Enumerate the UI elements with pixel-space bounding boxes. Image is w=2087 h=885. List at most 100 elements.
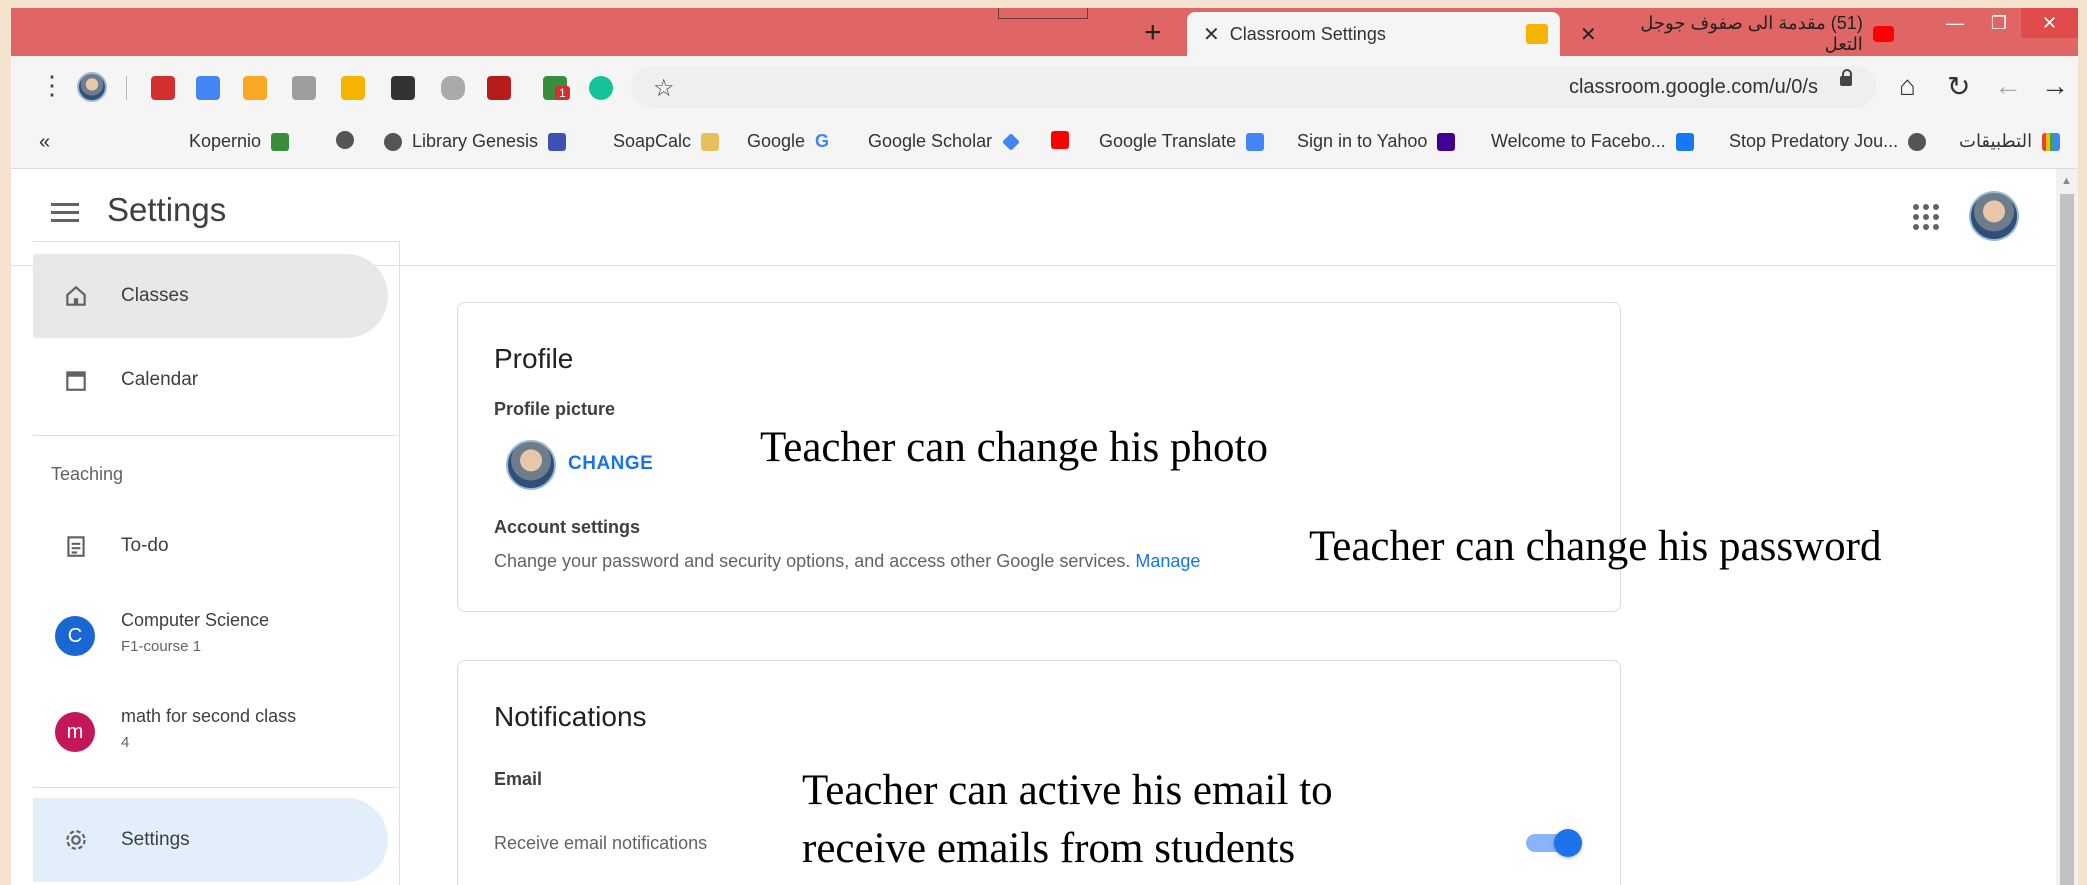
library-icon bbox=[548, 132, 567, 151]
navigation-drawer: Classes Calendar Teaching To-do C Comput… bbox=[33, 241, 400, 885]
tab-title: (51) مقدمة الى صفوف جوجل التعل bbox=[1640, 13, 1863, 54]
bookmarks-bar: « Kopernio Library Genesis SoapCalc Goog… bbox=[11, 118, 2078, 169]
sidebar-divider bbox=[33, 435, 399, 436]
scholar-icon bbox=[1002, 132, 1020, 151]
email-label: Email bbox=[494, 769, 543, 789]
tab-youtube[interactable]: ✕ (51) مقدمة الى صفوف جوجل التعل bbox=[1564, 12, 1894, 56]
receive-email-text: Receive email notifications bbox=[494, 833, 708, 853]
profile-avatar[interactable] bbox=[77, 72, 107, 102]
sidebar-item-todo[interactable]: To-do bbox=[33, 504, 388, 588]
profile-heading: Profile bbox=[494, 343, 574, 374]
snap-extension-icon[interactable] bbox=[243, 76, 267, 100]
account-settings-label: Account settings bbox=[494, 517, 641, 537]
lock-icon bbox=[1840, 69, 1852, 86]
main-menu-icon[interactable] bbox=[51, 203, 79, 223]
calendar-icon bbox=[66, 371, 86, 391]
course-section: F1-course 1 bbox=[121, 638, 202, 655]
home-icon bbox=[66, 285, 86, 306]
bookmark-stop-predatory[interactable]: Stop Predatory Jou... bbox=[1729, 131, 1927, 152]
shield-extension-icon[interactable] bbox=[441, 76, 465, 100]
account-settings-text: Change your password and security option… bbox=[494, 551, 1201, 571]
bookmark-star-icon[interactable]: ☆ bbox=[653, 74, 675, 103]
globe-icon bbox=[1908, 132, 1927, 151]
bookmark-soapcalc[interactable]: SoapCalc bbox=[613, 131, 720, 152]
cat-extension-icon[interactable] bbox=[292, 76, 316, 100]
pdf-extension-icon[interactable] bbox=[151, 76, 175, 100]
globe-icon[interactable] bbox=[336, 131, 354, 149]
sidebar-item-settings[interactable]: Settings bbox=[33, 798, 388, 882]
reload-icon[interactable]: ↻ bbox=[1947, 70, 1970, 103]
course-initial-badge: C bbox=[55, 616, 95, 656]
clipboard-icon bbox=[67, 536, 85, 557]
address-bar[interactable]: ☆ classroom.google.com/u/0/s bbox=[631, 66, 1876, 108]
bookmark-facebook[interactable]: Welcome to Facebo... bbox=[1491, 131, 1694, 152]
google-icon: G bbox=[815, 131, 830, 151]
course-initial-badge: m bbox=[55, 712, 95, 752]
sidebar-course-math[interactable]: m math for second class 4 bbox=[33, 688, 399, 778]
menu-dots-icon[interactable]: ⋮ bbox=[39, 70, 65, 101]
account-avatar[interactable] bbox=[1969, 191, 2019, 241]
vertical-scrollbar[interactable]: ▲ bbox=[2056, 169, 2078, 885]
translate-extension-icon[interactable] bbox=[196, 76, 220, 100]
film-extension-icon[interactable] bbox=[391, 76, 415, 100]
apps-grid-icon bbox=[2042, 132, 2061, 151]
tab-strip: + ✕ Classroom Settings ✕ (51) مقدمة الى … bbox=[11, 8, 2078, 56]
profile-picture-label: Profile picture bbox=[494, 399, 616, 419]
bookmark-google[interactable]: Google G bbox=[747, 131, 829, 152]
close-tab-icon[interactable]: ✕ bbox=[1580, 22, 1597, 47]
soap-icon bbox=[701, 132, 720, 151]
sidebar-item-calendar[interactable]: Calendar bbox=[33, 338, 388, 422]
sidebar-course-computer-science[interactable]: C Computer Science F1-course 1 bbox=[33, 592, 399, 682]
facebook-icon bbox=[1675, 132, 1694, 151]
classroom-favicon-icon bbox=[1526, 24, 1548, 44]
sidebar-item-classes[interactable]: Classes bbox=[33, 254, 388, 338]
restore-button[interactable]: ❐ bbox=[1977, 8, 2021, 38]
mendeley-extension-icon[interactable] bbox=[487, 76, 511, 100]
youtube-icon[interactable] bbox=[1051, 131, 1069, 149]
bookmark-yahoo[interactable]: Sign in to Yahoo bbox=[1297, 131, 1456, 152]
scroll-up-icon[interactable]: ▲ bbox=[2061, 175, 2072, 187]
url-text: classroom.google.com/u/0/s bbox=[1568, 76, 1818, 98]
email-notifications-toggle[interactable] bbox=[1526, 825, 1582, 861]
bookmark-library-genesis[interactable]: Library Genesis bbox=[384, 131, 567, 152]
back-arrow-icon[interactable]: ← bbox=[1994, 70, 2022, 102]
close-tab-icon[interactable]: ✕ bbox=[1203, 22, 1220, 47]
bookmark-google-translate[interactable]: Google Translate bbox=[1099, 131, 1265, 152]
annotation-email: Teacher can active his email to receive … bbox=[802, 767, 1333, 873]
minimize-button[interactable]: — bbox=[1933, 8, 1977, 38]
bookmark-apps[interactable]: التطبيقات bbox=[1959, 131, 2061, 152]
change-photo-button[interactable]: CHANGE bbox=[568, 453, 653, 475]
annotation-photo: Teacher can change his photo bbox=[760, 424, 1268, 471]
tab-classroom-settings[interactable]: ✕ Classroom Settings bbox=[1187, 12, 1560, 56]
notifications-heading: Notifications bbox=[494, 701, 647, 732]
kopernio-icon bbox=[271, 132, 290, 151]
gear-icon bbox=[66, 830, 86, 850]
translate-icon bbox=[1246, 132, 1265, 151]
yahoo-icon bbox=[1437, 132, 1456, 151]
course-name: Computer Science bbox=[121, 610, 270, 630]
browser-toolbar: ⋮ 1 ☆ classroom.google.com/u/0/s ⌂ ↻ ← → bbox=[11, 56, 2078, 118]
sidebar-divider bbox=[33, 787, 399, 788]
course-section: 4 bbox=[121, 734, 130, 751]
globe-icon bbox=[384, 132, 402, 151]
youtube-favicon-icon bbox=[1872, 26, 1894, 42]
manage-link[interactable]: Manage bbox=[1135, 551, 1200, 571]
course-name: math for second class bbox=[121, 706, 297, 726]
home-icon[interactable]: ⌂ bbox=[1899, 70, 1916, 102]
bookmarks-overflow-icon[interactable]: « bbox=[39, 131, 50, 154]
grammarly-extension-icon[interactable] bbox=[589, 76, 613, 100]
close-window-button[interactable]: ✕ bbox=[2021, 8, 2078, 38]
new-tab-button[interactable]: + bbox=[1144, 16, 1162, 50]
section-heading-teaching: Teaching bbox=[51, 464, 124, 484]
google-apps-icon[interactable] bbox=[1913, 204, 1939, 230]
scrollbar-thumb[interactable] bbox=[2060, 194, 2074, 885]
tab-title: Classroom Settings bbox=[1229, 23, 1386, 44]
toolbar-divider bbox=[126, 76, 127, 100]
tab-placeholder bbox=[998, 8, 1088, 19]
bookmark-kopernio[interactable]: Kopernio bbox=[189, 131, 290, 152]
extension-badge: 1 bbox=[555, 86, 570, 100]
forward-arrow-icon[interactable]: → bbox=[2041, 70, 2069, 102]
annotation-password: Teacher can change his password bbox=[1309, 523, 1882, 570]
bookmark-google-scholar[interactable]: Google Scholar bbox=[868, 131, 1020, 152]
classroom-extension-icon[interactable] bbox=[341, 76, 365, 100]
